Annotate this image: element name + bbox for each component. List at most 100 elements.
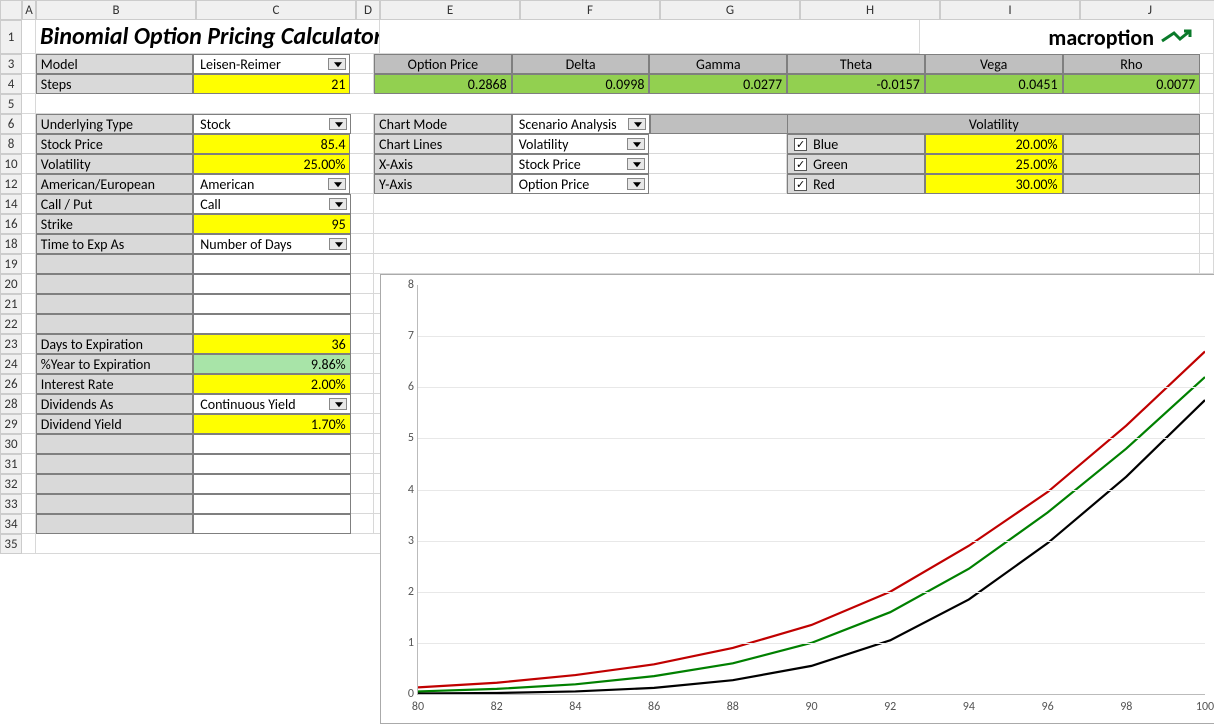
row-header-8[interactable]: 8 — [0, 134, 22, 154]
label-volatility: Volatility — [36, 154, 193, 174]
row-header-21[interactable]: 21 — [0, 294, 22, 314]
row-header-22[interactable]: 22 — [0, 314, 22, 334]
row-header-32[interactable]: 32 — [0, 474, 22, 494]
input-stock-price[interactable]: 85.4 — [193, 134, 350, 154]
dropdown-yaxis[interactable]: Option Price — [512, 174, 650, 194]
label-strike: Strike — [36, 214, 193, 234]
col-header-H[interactable]: H — [800, 0, 940, 20]
checkbox-green-label: Green — [813, 156, 848, 173]
scenario-chart: 01234567880828486889092949698100 — [380, 274, 1214, 724]
row-header-35[interactable]: 35 — [0, 534, 22, 554]
row-header-23[interactable]: 23 — [0, 334, 22, 354]
x-tick: 100 — [1196, 700, 1214, 714]
val-rho: 0.0077 — [1063, 74, 1201, 94]
val-vega: 0.0451 — [925, 74, 1063, 94]
dropdown-underlying-type[interactable]: Stock — [193, 114, 350, 134]
dropdown-time-as[interactable]: Number of Days — [193, 234, 350, 254]
chart-series — [418, 400, 1205, 693]
x-tick: 94 — [963, 700, 975, 714]
col-header-B[interactable]: B — [36, 0, 196, 20]
row-header-4[interactable]: 4 — [0, 74, 22, 94]
label-days-to-exp: Days to Expiration — [36, 334, 193, 354]
input-rate[interactable]: 2.00% — [193, 374, 350, 394]
row-header-31[interactable]: 31 — [0, 454, 22, 474]
dropdown-am-eu[interactable]: American — [193, 174, 350, 194]
row-header-1[interactable]: 1 — [0, 20, 22, 54]
row-header-20[interactable]: 20 — [0, 274, 22, 294]
y-tick: 7 — [388, 329, 414, 343]
input-steps[interactable]: 21 — [193, 74, 350, 94]
y-tick: 6 — [388, 380, 414, 394]
label-steps: Steps — [36, 74, 193, 94]
checkbox-blue-label: Blue — [813, 136, 838, 153]
input-green-value[interactable]: 25.00% — [925, 154, 1063, 174]
row-header-33[interactable]: 33 — [0, 494, 22, 514]
hdr-theta: Theta — [787, 54, 925, 74]
logo-icon — [1160, 29, 1194, 45]
y-tick: 8 — [388, 278, 414, 292]
col-header-F[interactable]: F — [520, 0, 660, 20]
x-tick: 84 — [569, 700, 581, 714]
col-header-A[interactable]: A — [22, 0, 36, 20]
chart-series — [418, 351, 1205, 687]
row-header-30[interactable]: 30 — [0, 434, 22, 454]
row-header-10[interactable]: 10 — [0, 154, 22, 174]
label-stock-price: Stock Price — [36, 134, 193, 154]
row-header-12[interactable]: 12 — [0, 174, 22, 194]
y-tick: 2 — [388, 585, 414, 599]
row-header-5[interactable]: 5 — [0, 94, 22, 114]
x-tick: 90 — [805, 700, 817, 714]
hdr-scenario-title: Volatility — [787, 114, 1200, 134]
x-tick: 98 — [1120, 700, 1132, 714]
val-theta: -0.0157 — [787, 74, 925, 94]
row-header-6[interactable]: 6 — [0, 114, 22, 134]
row-header-29[interactable]: 29 — [0, 414, 22, 434]
dropdown-chart-mode[interactable]: Scenario Analysis — [512, 114, 650, 134]
input-blue-value[interactable]: 20.00% — [925, 134, 1063, 154]
col-header-D[interactable]: D — [356, 0, 380, 20]
label-pct-year: %Year to Expiration — [36, 354, 193, 374]
row-header-28[interactable]: 28 — [0, 394, 22, 414]
row-header-3[interactable]: 3 — [0, 54, 22, 74]
row-header-34[interactable]: 34 — [0, 514, 22, 534]
checkbox-red[interactable]: ✓Red — [787, 174, 925, 194]
row-header-24[interactable]: 24 — [0, 354, 22, 374]
col-header-I[interactable]: I — [940, 0, 1080, 20]
input-strike[interactable]: 95 — [193, 214, 350, 234]
label-model: Model — [36, 54, 193, 74]
y-tick: 3 — [388, 534, 414, 548]
checkbox-green[interactable]: ✓Green — [787, 154, 925, 174]
hdr-gamma: Gamma — [649, 54, 787, 74]
label-time-as: Time to Exp As — [36, 234, 193, 254]
label-underlying-type: Underlying Type — [36, 114, 193, 134]
checkbox-blue[interactable]: ✓Blue — [787, 134, 925, 154]
x-tick: 92 — [884, 700, 896, 714]
input-red-value[interactable]: 30.00% — [925, 174, 1063, 194]
dropdown-chart-lines[interactable]: Volatility — [512, 134, 650, 154]
label-div-yield: Dividend Yield — [36, 414, 193, 434]
dropdown-div-as[interactable]: Continuous Yield — [193, 394, 350, 414]
dropdown-call-put[interactable]: Call — [193, 194, 350, 214]
row-header-19[interactable]: 19 — [0, 254, 22, 274]
row-header-18[interactable]: 18 — [0, 234, 22, 254]
x-tick: 86 — [648, 700, 660, 714]
col-header-E[interactable]: E — [380, 0, 520, 20]
col-header-G[interactable]: G — [660, 0, 800, 20]
row-header-16[interactable]: 16 — [0, 214, 22, 234]
x-tick: 82 — [491, 700, 503, 714]
input-div-yield[interactable]: 1.70% — [193, 414, 350, 434]
row-header-14[interactable]: 14 — [0, 194, 22, 214]
label-div-as: Dividends As — [36, 394, 193, 414]
col-header-C[interactable]: C — [196, 0, 356, 20]
input-days-to-exp[interactable]: 36 — [193, 334, 350, 354]
brand-logo: macroption — [920, 20, 1200, 54]
y-tick: 4 — [388, 483, 414, 497]
dropdown-xaxis[interactable]: Stock Price — [512, 154, 650, 174]
hdr-option-price: Option Price — [374, 54, 512, 74]
dropdown-model[interactable]: Leisen-Reimer — [193, 54, 350, 74]
hdr-delta: Delta — [512, 54, 650, 74]
col-header-J[interactable]: J — [1080, 0, 1214, 20]
row-header-26[interactable]: 26 — [0, 374, 22, 394]
input-volatility[interactable]: 25.00% — [193, 154, 350, 174]
label-chart-lines: Chart Lines — [374, 134, 512, 154]
